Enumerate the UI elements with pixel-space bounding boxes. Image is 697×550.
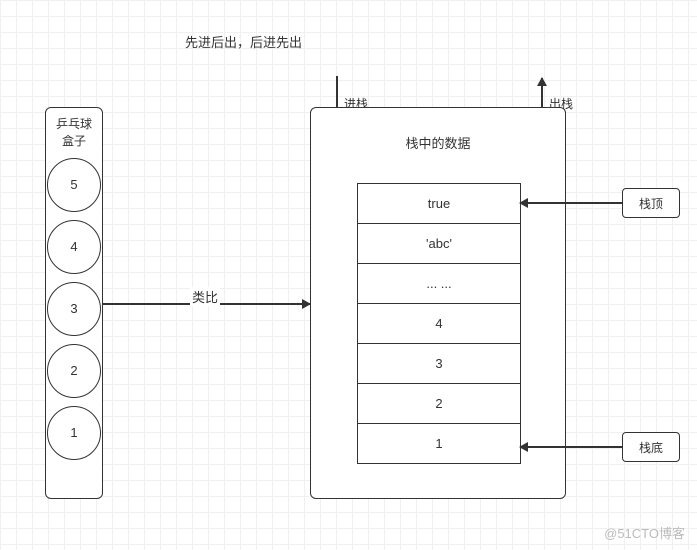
stack-container: 栈中的数据 true 'abc' ... ... 4 3 2 1 <box>310 107 566 499</box>
cell-value: true <box>428 196 450 211</box>
diagram-title: 先进后出，后进先出 <box>185 32 302 51</box>
stack-cell: 1 <box>357 424 521 464</box>
ball-2: 2 <box>47 344 101 398</box>
cell-value: 2 <box>435 396 442 411</box>
ball-5: 5 <box>47 158 101 212</box>
bottom-pointer-label: 栈底 <box>622 432 680 462</box>
analogy-label: 类比 <box>190 287 220 306</box>
top-pointer-label: 栈顶 <box>622 188 680 218</box>
ball-3: 3 <box>47 282 101 336</box>
ball-box-label-line1: 乒乓球 <box>46 116 102 133</box>
stack-cell: ... ... <box>357 264 521 304</box>
bottom-pointer-arrow <box>520 446 622 448</box>
stack-cell: 'abc' <box>357 224 521 264</box>
ball-box-label-line2: 盒子 <box>46 133 102 150</box>
cell-value: ... ... <box>426 276 451 291</box>
stack-cell: 3 <box>357 344 521 384</box>
top-pointer-arrow <box>520 202 622 204</box>
ball-4: 4 <box>47 220 101 274</box>
cell-value: 4 <box>435 316 442 331</box>
ball-label: 3 <box>70 301 77 316</box>
ball-label: 2 <box>70 363 77 378</box>
ball-label: 5 <box>70 177 77 192</box>
ball-box-label: 乒乓球 盒子 <box>46 116 102 150</box>
watermark: @51CTO博客 <box>604 523 685 542</box>
stack-cell: true <box>357 184 521 224</box>
ball-label: 1 <box>70 425 77 440</box>
ball-label: 4 <box>70 239 77 254</box>
stack-cell: 4 <box>357 304 521 344</box>
cell-value: 3 <box>435 356 442 371</box>
stack-cells: true 'abc' ... ... 4 3 2 1 <box>357 183 521 464</box>
ball-box-container: 乒乓球 盒子 5 4 3 2 1 <box>45 107 103 499</box>
stack-cell: 2 <box>357 384 521 424</box>
ball-1: 1 <box>47 406 101 460</box>
cell-value: 1 <box>435 436 442 451</box>
cell-value: 'abc' <box>426 236 452 251</box>
stack-title: 栈中的数据 <box>311 133 565 152</box>
